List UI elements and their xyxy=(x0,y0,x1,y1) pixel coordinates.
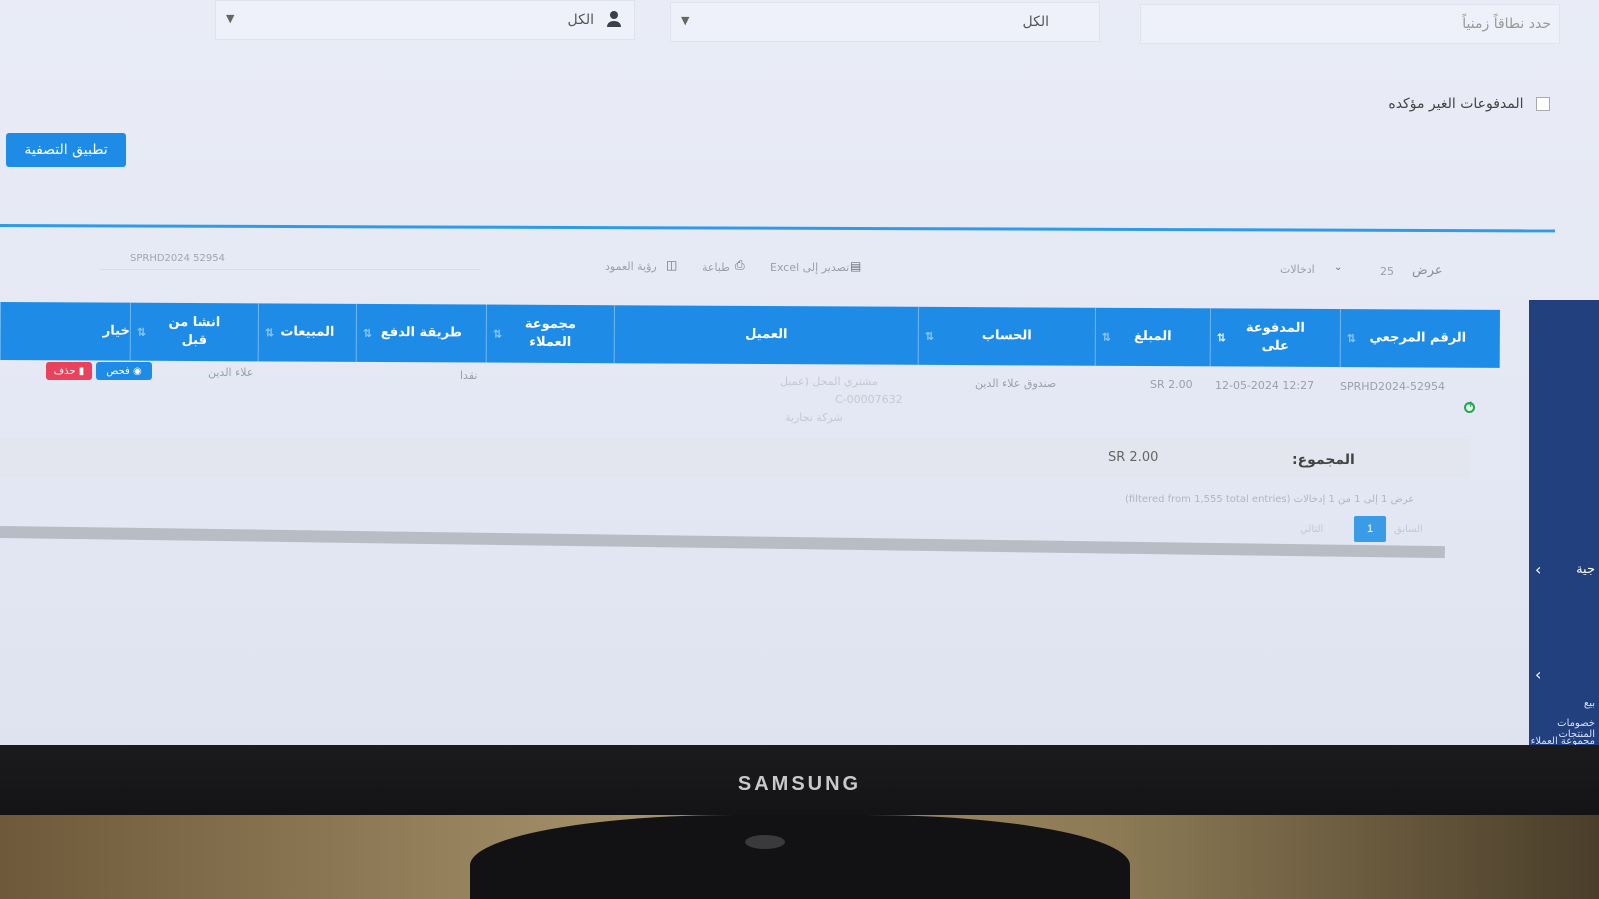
cell-payment-method: نقدا xyxy=(460,369,478,382)
cell-customer-name: مشتري المحل (عميل xyxy=(780,375,878,388)
delete-button[interactable]: ▮ حذف xyxy=(46,362,92,380)
date-range-input[interactable]: حدد نطاقاً زمنياً xyxy=(1140,4,1560,44)
sort-icon: ⇅ xyxy=(1346,332,1357,346)
excel-file-icon: ▤ xyxy=(850,259,862,273)
chevron-down-icon: ▼ xyxy=(226,12,235,25)
stand-highlight xyxy=(745,835,785,849)
search-input[interactable]: SPRHD2024 52954 xyxy=(100,248,480,270)
sort-icon: ⇅ xyxy=(136,325,147,339)
total-label: المجموع: xyxy=(1292,452,1355,468)
cell-customer-company: شركة تجارية xyxy=(785,411,843,424)
table-header: الرقم المرجعي ⇅ المدفوعة على ⇅ المبلغ ⇅ الح… xyxy=(0,302,1500,368)
col-amount[interactable]: المبلغ ⇅ xyxy=(1094,307,1210,367)
pagination-previous[interactable]: السابق xyxy=(1394,524,1423,535)
monitor-brand-logo: SAMSUNG xyxy=(737,773,862,795)
monitor-stand xyxy=(470,815,1130,899)
search-value: SPRHD2024 52954 xyxy=(130,253,225,264)
page-size-select[interactable]: 25 xyxy=(1380,265,1394,278)
pagination-next[interactable]: التالي xyxy=(1300,524,1323,535)
chevron-left-icon[interactable]: ‹ xyxy=(1535,560,1541,579)
account-select-value: الكل xyxy=(1022,14,1050,30)
col-created-by[interactable]: انشا من قبل ⇅ xyxy=(129,302,258,362)
sidebar-item-partial[interactable]: جية xyxy=(1576,562,1595,577)
view-button[interactable]: ◉ فحص xyxy=(96,362,152,380)
account-select[interactable]: الكل ▼ xyxy=(670,2,1100,42)
section-divider xyxy=(0,224,1555,233)
trash-icon: ▮ xyxy=(75,365,85,377)
total-amount: SR 2.00 xyxy=(1108,450,1159,465)
unconfirmed-label: المدفوعات الغير مؤكده xyxy=(1388,96,1524,112)
cell-customer-code: C-00007632 xyxy=(835,393,903,406)
cell-account: صندوق علاء الدين xyxy=(975,377,1057,390)
cell-amount: SR 2.00 xyxy=(1150,378,1193,391)
user-select-value: الكل xyxy=(567,12,595,28)
total-row xyxy=(0,438,1470,478)
col-paid-on[interactable]: المدفوعة على ⇅ xyxy=(1209,308,1340,368)
table-info: عرض 1 إلى 1 من 1 إدخالات (filtered from … xyxy=(1125,494,1415,505)
sidebar-item-customer-groups[interactable]: مجموعة العملاء xyxy=(1531,736,1595,745)
show-label: عرض xyxy=(1412,263,1443,278)
horizontal-scrollbar[interactable] xyxy=(0,526,1445,559)
unconfirmed-payments-toggle[interactable]: المدفوعات الغير مؤكده xyxy=(1330,96,1550,112)
cell-created-by: علاء الدين xyxy=(208,366,254,379)
col-customer[interactable]: العميل xyxy=(613,305,918,365)
col-options: خيار xyxy=(0,302,130,361)
user-select[interactable]: الكل ▼ xyxy=(215,0,635,40)
chevron-left-icon[interactable]: ‹ xyxy=(1535,665,1541,684)
col-payment-method[interactable]: طريقة الدفع ⇅ xyxy=(355,303,486,363)
column-visibility-button[interactable]: رؤية العمود xyxy=(605,260,657,273)
monitor-screen: حدد نطاقاً زمنياً الكل ▼ الكل ▼ المدفوعا… xyxy=(0,0,1599,745)
unconfirmed-checkbox[interactable] xyxy=(1536,97,1550,111)
pagination-page-1[interactable]: 1 xyxy=(1354,516,1386,542)
date-range-placeholder: حدد نطاقاً زمنياً xyxy=(1462,16,1551,32)
eye-icon: ◉ xyxy=(129,365,142,377)
user-icon xyxy=(606,10,622,32)
col-ref[interactable]: الرقم المرجعي ⇅ xyxy=(1339,309,1495,368)
col-customer-group[interactable]: مجموعة العملاء ⇅ xyxy=(485,304,614,364)
cell-ref: SPRHD2024-52954 xyxy=(1340,380,1445,393)
cell-paid-on: 12-05-2024 12:27 xyxy=(1215,379,1315,392)
entries-label: ادخالات xyxy=(1280,263,1315,276)
sort-icon: ⇅ xyxy=(1101,330,1112,344)
sort-icon: ⇅ xyxy=(1216,331,1227,345)
chevron-down-icon: ⌄ xyxy=(1334,262,1343,273)
sort-icon: ⇅ xyxy=(492,327,503,341)
export-excel-button[interactable]: تصدير إلى Excel xyxy=(770,261,849,274)
columns-icon: ◫ xyxy=(666,258,678,272)
sort-icon: ⇅ xyxy=(362,326,373,340)
col-account[interactable]: الحساب ⇅ xyxy=(917,306,1095,366)
printer-icon: ⎙ xyxy=(735,258,745,272)
sort-icon: ⇅ xyxy=(924,329,935,343)
print-button[interactable]: طباعة xyxy=(702,261,730,274)
sidebar: ‹ جية ‹ بيع خصومات المنتجات مجموعة العمل… xyxy=(1529,300,1599,745)
sort-icon: ⇅ xyxy=(264,326,275,340)
col-sales[interactable]: المبيعات ⇅ xyxy=(257,303,356,362)
sidebar-item-sell[interactable]: بيع xyxy=(1584,698,1595,709)
expand-row-icon[interactable] xyxy=(1464,400,1475,413)
apply-filter-button[interactable]: تطبيق التصفية xyxy=(6,133,126,167)
monitor-bezel: SAMSUNG xyxy=(0,745,1599,815)
chevron-down-icon: ▼ xyxy=(681,14,690,27)
